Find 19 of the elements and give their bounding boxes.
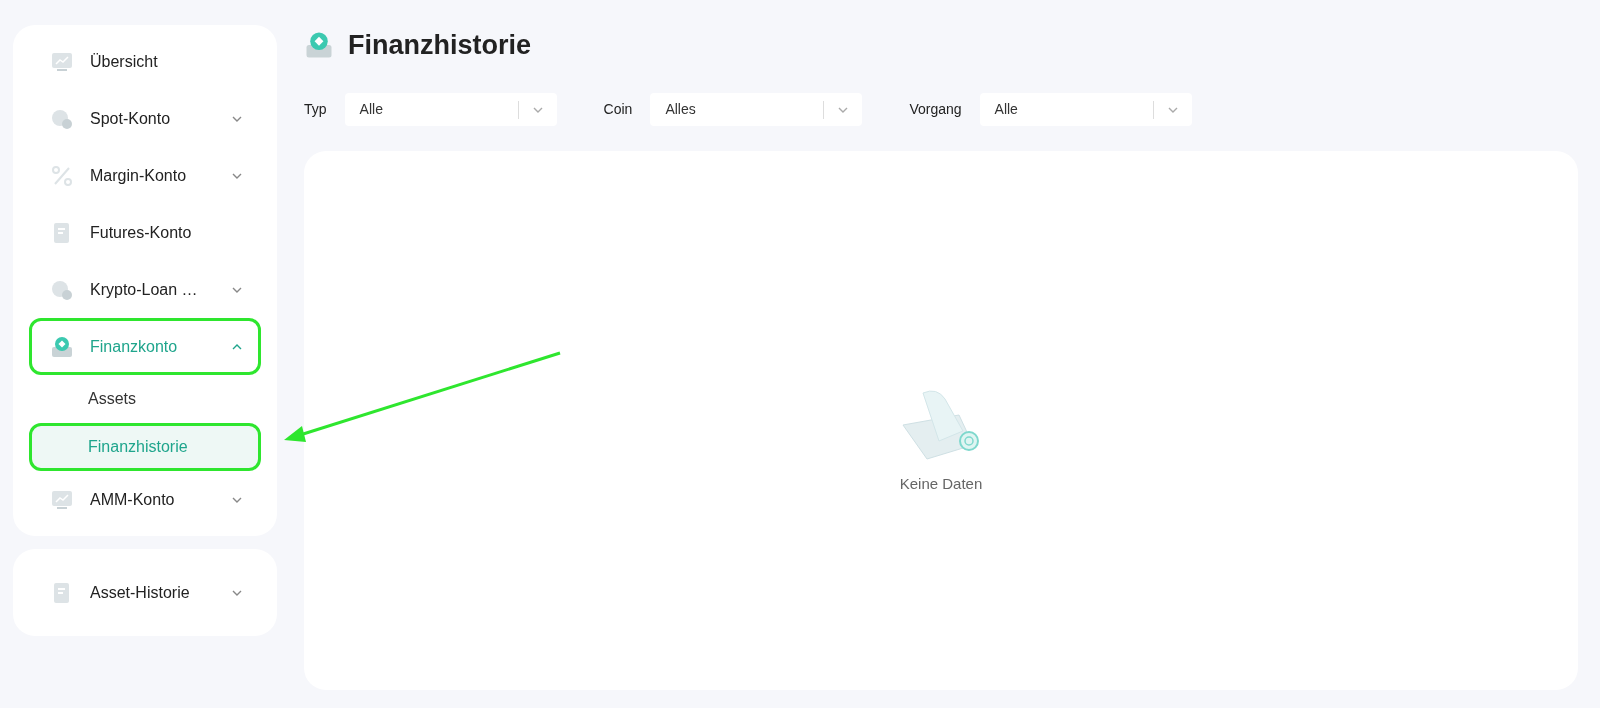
sidebar-subitem[interactable]: Assets: [29, 375, 261, 423]
filter-label: Coin: [603, 100, 633, 119]
sidebar-item[interactable]: Spot-Konto: [29, 90, 261, 147]
filter-dropdown[interactable]: Alles: [650, 93, 863, 126]
filter-label: Typ: [304, 100, 327, 119]
page-title: Finanzhistorie: [348, 28, 531, 62]
sidebar-item[interactable]: Übersicht: [29, 33, 261, 90]
percent-icon: [50, 163, 74, 188]
sidebar-item[interactable]: Margin-Konto: [29, 147, 261, 204]
sidebar-item[interactable]: Asset-Historie: [29, 564, 261, 621]
filter-dropdown[interactable]: Alle: [979, 93, 1192, 126]
sidebar-item[interactable]: Krypto-Loan …: [29, 261, 261, 318]
sidebar-item[interactable]: AMM-Konto: [29, 471, 261, 528]
wallet-coin-icon: [50, 334, 74, 359]
empty-state-text: Keine Daten: [899, 474, 983, 495]
filter-dropdown[interactable]: Alle: [344, 93, 557, 126]
wallet-coin-icon: [304, 30, 334, 60]
sidebar-item[interactable]: Futures-Konto: [29, 204, 261, 261]
filter-label: Vorgang: [909, 100, 962, 119]
